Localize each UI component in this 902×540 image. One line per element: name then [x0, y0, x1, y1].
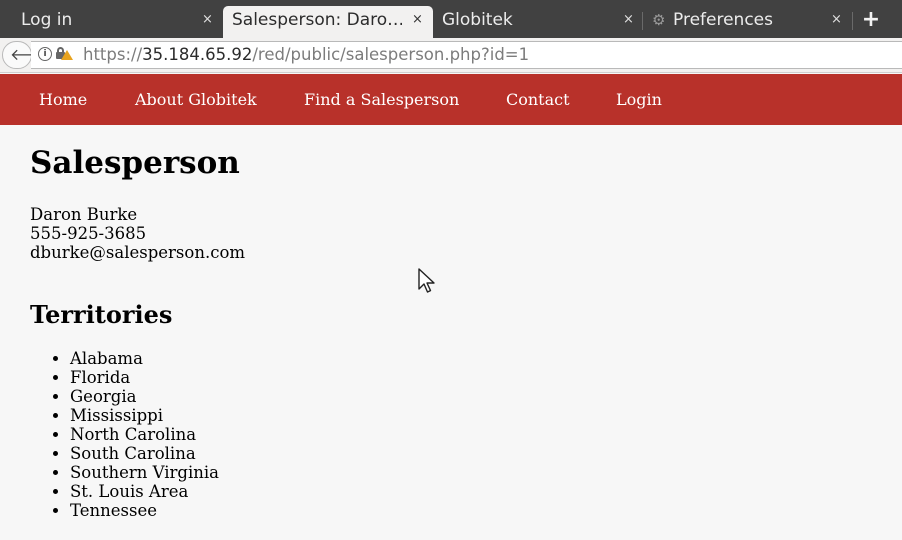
- nav-about-globitek[interactable]: About Globitek: [135, 90, 257, 109]
- browser-tab-bar: Log in × Salesperson: Daro… × Globitek ×…: [0, 0, 902, 40]
- salesperson-name: Daron Burke: [30, 205, 138, 224]
- close-tab-icon[interactable]: ×: [623, 6, 634, 34]
- territories-list: Alabama Florida Georgia Mississippi Nort…: [70, 349, 219, 520]
- close-tab-icon[interactable]: ×: [831, 6, 842, 34]
- tab-preferences[interactable]: ⚙ Preferences ×: [643, 6, 851, 38]
- territory-item: Tennessee: [70, 501, 219, 520]
- tab-title: Globitek: [442, 10, 513, 30]
- salesperson-info: Daron Burke 555-925-3685 dburke@salesper…: [30, 205, 245, 262]
- tab-title: Salesperson: Daro…: [232, 10, 402, 30]
- url-scheme: https://: [83, 45, 143, 64]
- info-icon[interactable]: i: [38, 47, 52, 61]
- close-tab-icon[interactable]: ×: [202, 6, 213, 34]
- close-tab-icon[interactable]: ×: [412, 6, 423, 34]
- territory-item: Georgia: [70, 387, 219, 406]
- url-host: 35.184.65.92: [142, 45, 253, 64]
- tab-salesperson[interactable]: Salesperson: Daro… ×: [223, 6, 433, 38]
- salesperson-phone: 555-925-3685: [30, 224, 147, 243]
- salesperson-email: dburke@salesperson.com: [30, 243, 246, 262]
- nav-contact[interactable]: Contact: [506, 90, 570, 109]
- territory-item: North Carolina: [70, 425, 219, 444]
- territory-item: Southern Virginia: [70, 463, 219, 482]
- territory-item: Alabama: [70, 349, 219, 368]
- tab-log-in[interactable]: Log in ×: [0, 6, 222, 38]
- nav-login[interactable]: Login: [616, 90, 662, 109]
- mouse-cursor-icon: [418, 268, 435, 293]
- back-button[interactable]: 🡐: [2, 41, 53, 69]
- territory-item: Mississippi: [70, 406, 219, 425]
- tab-separator: [852, 12, 853, 30]
- nav-find-a-salesperson[interactable]: Find a Salesperson: [304, 90, 459, 109]
- address-bar[interactable]: i https://35.184.65.92/red/public/salesp…: [31, 41, 902, 69]
- browser-toolbar: 🡐 i https://35.184.65.92/red/public/sale…: [0, 38, 902, 73]
- territory-item: Florida: [70, 368, 219, 387]
- nav-home[interactable]: Home: [39, 90, 87, 109]
- tab-globitek[interactable]: Globitek ×: [433, 6, 641, 38]
- warning-icon: [61, 50, 73, 60]
- tab-title: Preferences: [673, 10, 773, 30]
- new-tab-button[interactable]: +: [860, 6, 882, 34]
- url-path: /red/public/salesperson.php?id=1: [252, 45, 530, 64]
- page-title: Salesperson: [30, 145, 240, 181]
- gear-icon: ⚙: [652, 11, 666, 29]
- territories-heading: Territories: [30, 300, 173, 329]
- territory-item: St. Louis Area: [70, 482, 219, 501]
- tab-title: Log in: [21, 10, 73, 30]
- site-navigation: Home About Globitek Find a Salesperson C…: [0, 74, 902, 125]
- url-text: https://35.184.65.92/red/public/salesper…: [83, 45, 529, 64]
- territory-item: South Carolina: [70, 444, 219, 463]
